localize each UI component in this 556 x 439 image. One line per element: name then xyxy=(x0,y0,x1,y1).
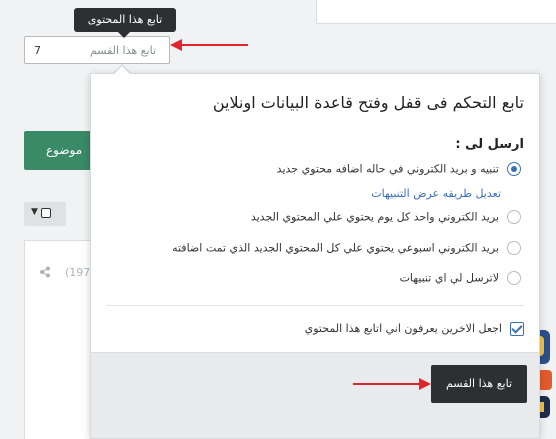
tooltip: تابع هذا المحتوى xyxy=(74,8,176,38)
radio[interactable] xyxy=(507,241,521,255)
panel-footer: تابع هذا القسم xyxy=(91,352,539,438)
radio[interactable] xyxy=(507,210,521,224)
card-count: (197 xyxy=(65,266,91,279)
option-no-notifications[interactable]: لاترسل لي اي تنبيهات xyxy=(400,271,521,289)
anonymous-follow-checkbox[interactable]: اجعل الاخرين يعرفون اني اتابع هذا المحتو… xyxy=(305,322,524,336)
divider xyxy=(106,305,524,306)
follow-options-panel: تابع التحكم فى قفل وفتح قاعدة البيانات ا… xyxy=(90,73,540,439)
panel-caret-inner xyxy=(114,66,130,74)
option-daily-email[interactable]: بريد الكتروني واحد كل يوم يحتوي علي المح… xyxy=(251,210,521,228)
new-topic-button[interactable]: موضوع xyxy=(24,131,96,170)
panel-title: تابع التحكم فى قفل وفتح قاعدة البيانات ا… xyxy=(212,93,524,112)
follow-section-button[interactable]: 7 تابع هذا القسم xyxy=(24,36,170,64)
annotation-arrow-bottom xyxy=(353,378,431,390)
option-weekly-email[interactable]: بريد الكتروني اسبوعي يحتوي علي كل المحتو… xyxy=(172,241,521,259)
annotation-arrow-top xyxy=(170,39,248,51)
radio[interactable] xyxy=(507,271,521,285)
follower-count: 7 xyxy=(34,44,41,57)
chevron-down-icon: ▼ xyxy=(31,207,38,217)
select-all-dropdown[interactable]: ▼ xyxy=(24,202,66,226)
send-me-label: ارسل لى : xyxy=(455,137,524,152)
new-topic-label: موضوع xyxy=(46,143,83,157)
radio-selected[interactable] xyxy=(507,162,521,176)
checkbox-checked[interactable] xyxy=(510,322,524,336)
follow-section-label: تابع هذا القسم xyxy=(89,44,156,57)
top-panel xyxy=(316,0,556,24)
follow-section-submit-button[interactable]: تابع هذا القسم xyxy=(431,365,527,403)
checkbox-icon xyxy=(41,208,51,218)
option-instant-notification[interactable]: تنبيه و بريد الكتروني في حاله اضافه محتو… xyxy=(277,162,521,180)
edit-notification-settings-link[interactable]: تعديل طريقه عرض التنبيهات xyxy=(371,187,501,200)
share-icon[interactable] xyxy=(39,266,51,281)
